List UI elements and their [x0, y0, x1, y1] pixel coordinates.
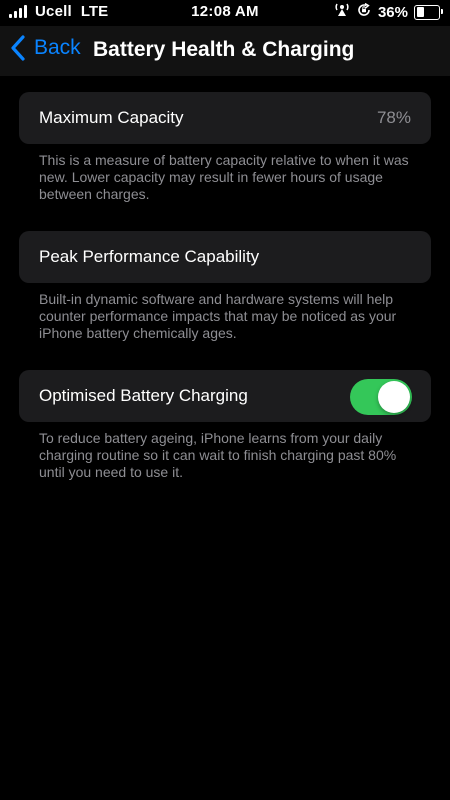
chevron-left-icon — [11, 35, 25, 61]
back-button-label: Back — [34, 36, 81, 59]
maximum-capacity-row: Maximum Capacity 78% — [19, 92, 431, 144]
maximum-capacity-footnote: This is a measure of battery capacity re… — [39, 152, 409, 202]
page-title: Battery Health & Charging — [93, 38, 355, 61]
battery-icon — [414, 4, 443, 20]
peak-performance-label: Peak Performance Capability — [39, 247, 260, 266]
peak-performance-row: Peak Performance Capability — [19, 231, 431, 283]
status-bar: Ucell LTE 12:08 AM 36% — [0, 0, 450, 26]
maximum-capacity-label: Maximum Capacity — [39, 108, 184, 127]
status-bar-right: 36% — [334, 2, 443, 21]
maximum-capacity-value: 78% — [376, 108, 411, 127]
peak-performance-footnote: Built-in dynamic software and hardware s… — [39, 291, 397, 341]
toggle-knob — [378, 381, 410, 413]
optimised-charging-toggle[interactable] — [350, 379, 412, 415]
back-button[interactable]: Back — [10, 35, 81, 61]
optimised-charging-label: Optimised Battery Charging — [39, 386, 248, 405]
hotspot-icon — [334, 3, 350, 21]
orientation-lock-icon — [357, 2, 371, 21]
optimised-charging-row: Optimised Battery Charging — [19, 370, 431, 422]
battery-fill — [416, 7, 425, 17]
navigation-bar: Back Battery Health & Charging — [0, 26, 450, 76]
battery-percentage: 36% — [377, 3, 408, 21]
optimised-charging-footnote: To reduce battery ageing, iPhone learns … — [39, 430, 397, 480]
